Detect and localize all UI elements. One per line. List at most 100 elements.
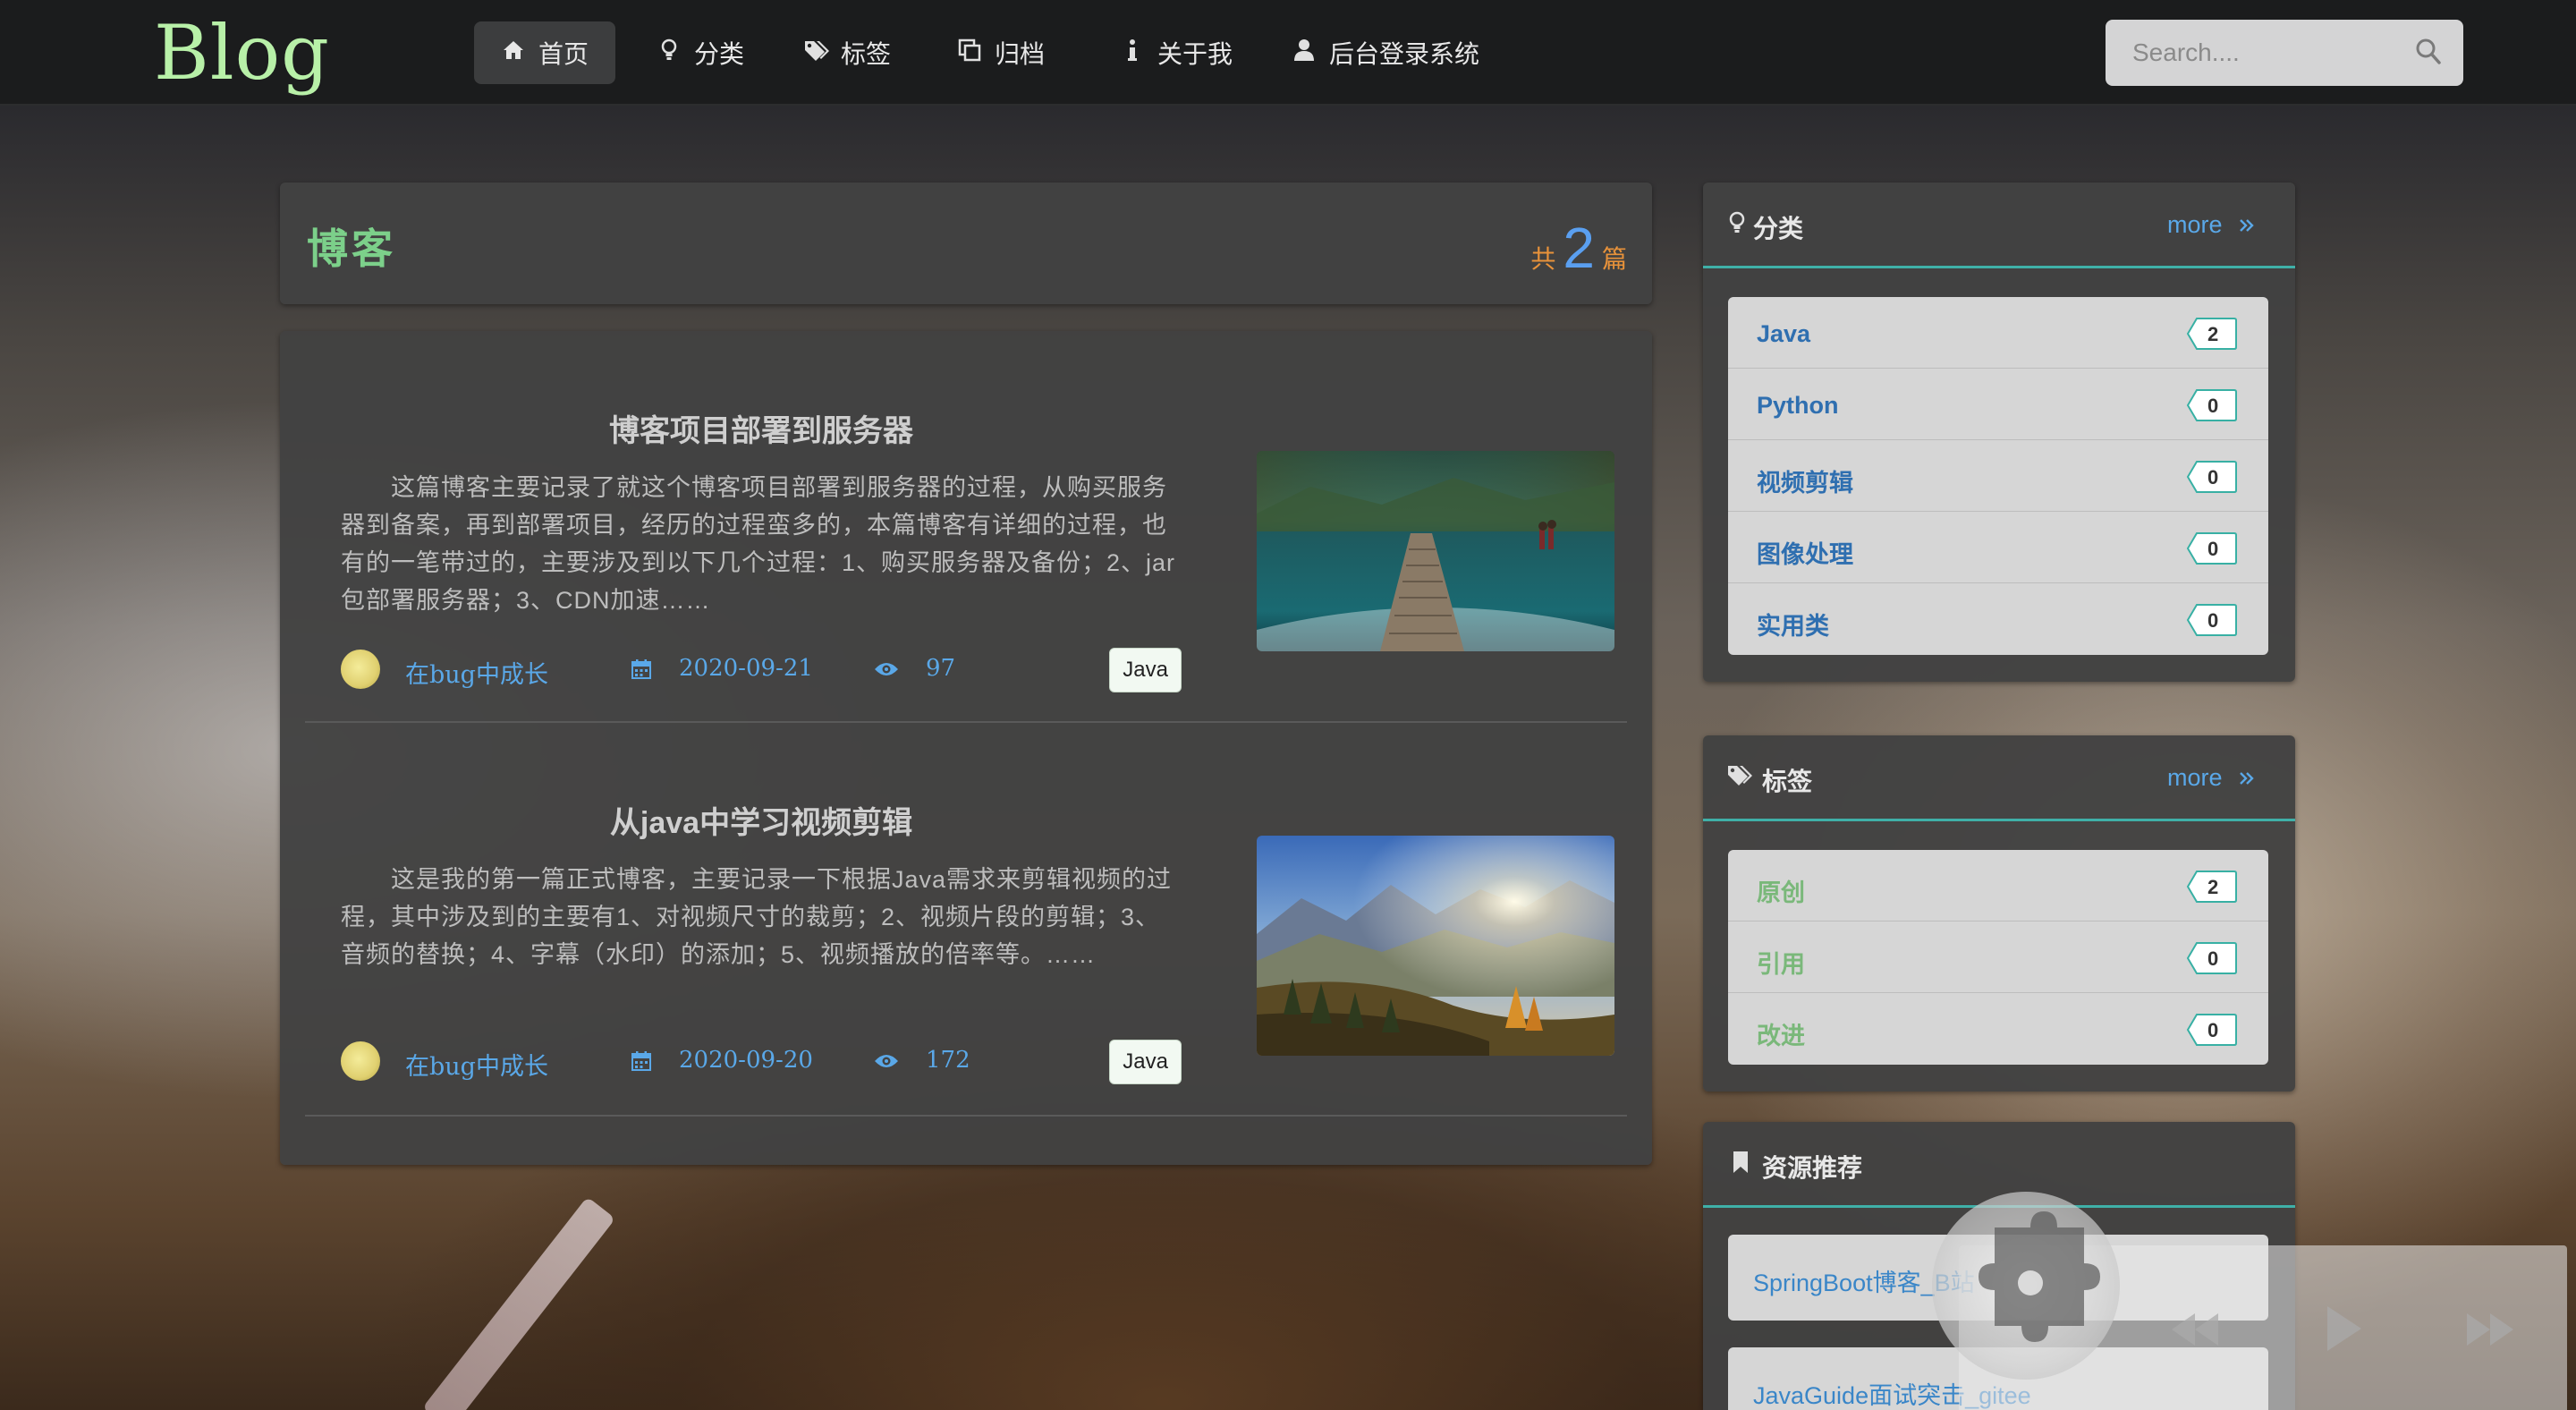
tag-item-quote[interactable]: 引用 0: [1728, 922, 2268, 993]
count-suffix: 篇: [1601, 245, 1627, 273]
top-navbar: Blog 首页 分类 标签 归档 关于我 后台登录系统: [0, 0, 2576, 106]
count-badge: 0: [2186, 388, 2238, 422]
category-item-python[interactable]: Python 0: [1728, 369, 2268, 440]
nav-label: 后台登录系统: [1329, 40, 1480, 68]
count-badge: 0: [2186, 603, 2238, 637]
count-badge-text: 2: [2207, 323, 2219, 345]
more-label: more: [2166, 211, 2223, 238]
tags-icon: [1726, 764, 1753, 790]
tag-label: 引用: [1757, 951, 1805, 978]
category-label: Python: [1757, 392, 1839, 419]
play-icon[interactable]: [2324, 1304, 2363, 1357]
count-badge-text: 2: [2207, 876, 2219, 898]
count-badge: 0: [2186, 1013, 2238, 1047]
nav-item-home[interactable]: 首页: [474, 21, 616, 84]
home-icon: [501, 39, 526, 67]
category-item-utilities[interactable]: 实用类 0: [1728, 583, 2268, 655]
nav-label: 标签: [841, 40, 892, 68]
count-badge-text: 0: [2207, 466, 2219, 488]
tag-card-title: 标签: [1762, 768, 1813, 795]
count-prefix: 共: [1530, 245, 1556, 273]
post-author[interactable]: 在bug中成长: [405, 1047, 548, 1082]
post-count: 共 2 篇: [1530, 215, 1627, 281]
page-title: 博客: [307, 225, 396, 273]
site-logo[interactable]: Blog: [154, 9, 330, 97]
nav-label: 首页: [538, 40, 589, 68]
more-label: more: [2166, 764, 2223, 791]
post-views: 97: [926, 655, 956, 682]
post-title[interactable]: 博客项目部署到服务器: [305, 406, 1217, 450]
calendar-icon: [631, 658, 652, 684]
puzzle-icon: [1979, 1211, 2100, 1342]
post-meta: 在bug中成长 2020-09-20 172 Java: [341, 1040, 1182, 1084]
post-excerpt: 这篇博客主要记录了就这个博客项目部署到服务器的过程，从购买服务器到备案，再到部署…: [341, 474, 1176, 614]
count-badge: 2: [2186, 317, 2238, 351]
count-badge-text: 0: [2207, 395, 2219, 417]
count-badge-text: 0: [2207, 1019, 2219, 1041]
post-title[interactable]: 从java中学习视频剪辑: [305, 798, 1217, 842]
tag-list: 原创 2 引用 0 改进 0: [1728, 850, 2268, 1065]
category-card: 分类 more Java 2 Python 0 视频剪辑 0 图像处理 0 实用…: [1703, 183, 2295, 682]
avatar: [341, 650, 380, 689]
post-tag[interactable]: Java: [1109, 1040, 1182, 1084]
post-thumbnail-mountain-sunrise[interactable]: [1257, 836, 1614, 1056]
nav-item-about[interactable]: 关于我: [1093, 21, 1259, 84]
post-date: 2020-09-21: [679, 655, 813, 682]
resource-card-title: 资源推荐: [1762, 1154, 1863, 1182]
post-meta: 在bug中成长 2020-09-21 97 Java: [341, 648, 1182, 692]
post-thumbnail-lake-pier[interactable]: [1257, 451, 1614, 651]
category-label: 实用类: [1757, 613, 1829, 640]
count-number: 2: [1563, 216, 1595, 280]
next-track-icon[interactable]: [2465, 1312, 2515, 1352]
search-box: [2106, 20, 2463, 86]
avatar: [341, 1041, 380, 1081]
category-item-java[interactable]: Java 2: [1728, 297, 2268, 369]
category-list: Java 2 Python 0 视频剪辑 0 图像处理 0 实用类 0: [1728, 297, 2268, 655]
count-badge-text: 0: [2207, 538, 2219, 560]
nav-item-archive[interactable]: 归档: [930, 21, 1072, 84]
nav-item-category[interactable]: 分类: [630, 21, 771, 84]
tag-card-header: 标签 more: [1703, 735, 2295, 821]
post-tag[interactable]: Java: [1109, 648, 1182, 692]
category-label: 视频剪辑: [1757, 470, 1853, 497]
info-icon: [1120, 38, 1145, 68]
category-card-header: 分类 more: [1703, 183, 2295, 268]
bookmark-icon: [1732, 1151, 1750, 1178]
calendar-icon: [631, 1050, 652, 1076]
category-more-link[interactable]: more: [2167, 211, 2256, 239]
tag-item-original[interactable]: 原创 2: [1728, 850, 2268, 922]
tag-label: 原创: [1757, 879, 1805, 906]
category-label: Java: [1757, 320, 1811, 347]
nav-label: 关于我: [1157, 40, 1233, 68]
tag-label: 改进: [1757, 1023, 1805, 1049]
post-item: 博客项目部署到服务器 这篇博客主要记录了就这个博客项目部署到服务器的过程，从购买…: [305, 331, 1627, 723]
tag-item-improved[interactable]: 改进 0: [1728, 993, 2268, 1065]
search-icon[interactable]: [2415, 38, 2442, 71]
tag-more-link[interactable]: more: [2167, 764, 2256, 792]
post-views: 172: [926, 1047, 970, 1074]
lightbulb-icon: [1728, 211, 1746, 239]
blog-list-header: 博客 共 2 篇: [280, 183, 1652, 304]
music-album-disc[interactable]: [1932, 1192, 2120, 1380]
nav-label: 归档: [995, 40, 1046, 68]
count-badge: 0: [2186, 460, 2238, 494]
post-date: 2020-09-20: [679, 1047, 813, 1074]
count-badge-text: 0: [2207, 609, 2219, 632]
post-author[interactable]: 在bug中成长: [405, 655, 548, 690]
double-chevron-right-icon: [2240, 772, 2254, 785]
count-badge: 2: [2186, 870, 2238, 904]
category-item-image-processing[interactable]: 图像处理 0: [1728, 512, 2268, 583]
tag-card: 标签 more 原创 2 引用 0 改进 0: [1703, 735, 2295, 1091]
previous-track-icon[interactable]: [2170, 1312, 2220, 1352]
count-badge: 0: [2186, 941, 2238, 975]
post-item: 从java中学习视频剪辑 这是我的第一篇正式博客，主要记录一下根据Java需求来…: [305, 725, 1627, 1117]
post-excerpt: 这是我的第一篇正式博客，主要记录一下根据Java需求来剪辑视频的过程，其中涉及到…: [341, 866, 1173, 968]
eye-icon: [874, 1052, 899, 1074]
clone-icon: [957, 38, 982, 68]
user-icon: [1292, 38, 1317, 68]
lightbulb-icon: [657, 38, 682, 68]
nav-item-admin-login[interactable]: 后台登录系统: [1265, 21, 1506, 84]
category-item-video-editing[interactable]: 视频剪辑 0: [1728, 440, 2268, 512]
nav-item-tags[interactable]: 标签: [776, 21, 918, 84]
search-input[interactable]: [2106, 20, 2410, 86]
